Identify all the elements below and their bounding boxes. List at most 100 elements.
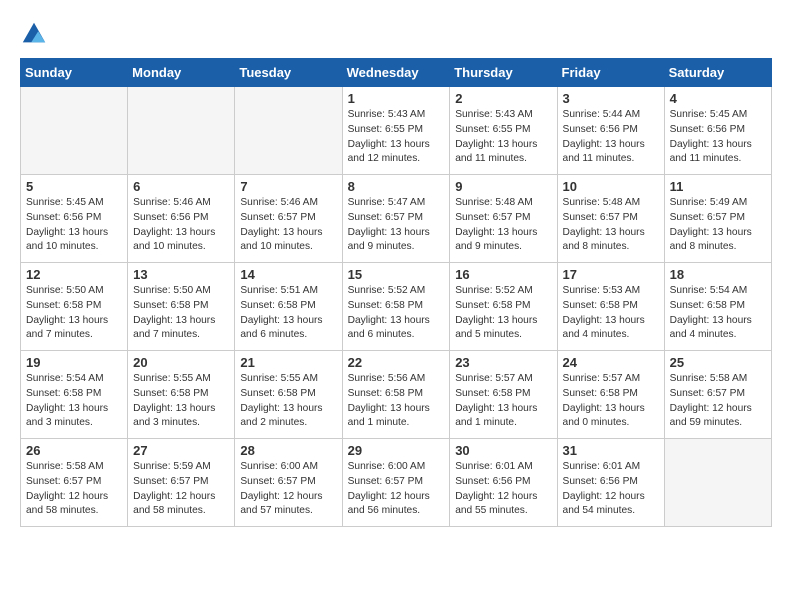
day-info: Sunrise: 5:54 AM Sunset: 6:58 PM Dayligh… xyxy=(670,284,766,343)
day-info: Sunrise: 5:45 AM Sunset: 6:56 PM Dayligh… xyxy=(670,108,766,167)
day-cell: 30 Sunrise: 6:01 AM Sunset: 6:56 PM Dayli… xyxy=(450,439,557,527)
day-info: Sunrise: 5:49 AM Sunset: 6:57 PM Dayligh… xyxy=(670,196,766,255)
day-header-sunday: Sunday xyxy=(21,59,128,87)
day-info: Sunrise: 5:55 AM Sunset: 6:58 PM Dayligh… xyxy=(240,372,336,431)
day-number: 30 xyxy=(455,443,551,458)
week-row-1: 1 Sunrise: 5:43 AM Sunset: 6:55 PM Daylig… xyxy=(21,87,772,175)
day-info: Sunrise: 5:53 AM Sunset: 6:58 PM Dayligh… xyxy=(563,284,659,343)
day-cell: 2 Sunrise: 5:43 AM Sunset: 6:55 PM Daylig… xyxy=(450,87,557,175)
day-cell: 31 Sunrise: 6:01 AM Sunset: 6:56 PM Dayli… xyxy=(557,439,664,527)
week-row-3: 12 Sunrise: 5:50 AM Sunset: 6:58 PM Dayli… xyxy=(21,263,772,351)
day-cell: 28Sunrise: 6:00 AM Sunset: 6:57 PM Dayli… xyxy=(235,439,342,527)
day-info: Sunrise: 5:50 AM Sunset: 6:58 PM Dayligh… xyxy=(26,284,122,343)
day-info: Sunrise: 5:57 AM Sunset: 6:58 PM Dayligh… xyxy=(563,372,659,431)
day-cell: 10 Sunrise: 5:48 AM Sunset: 6:57 PM Dayli… xyxy=(557,175,664,263)
day-info: Sunrise: 5:46 AM Sunset: 6:56 PM Dayligh… xyxy=(133,196,229,255)
day-cell: 6 Sunrise: 5:46 AM Sunset: 6:56 PM Daylig… xyxy=(128,175,235,263)
day-cell: 26 Sunrise: 5:58 AM Sunset: 6:57 PM Dayli… xyxy=(21,439,128,527)
week-row-2: 5 Sunrise: 5:45 AM Sunset: 6:56 PM Daylig… xyxy=(21,175,772,263)
day-cell: 14 Sunrise: 5:51 AM Sunset: 6:58 PM Dayli… xyxy=(235,263,342,351)
day-info: Sunrise: 5:55 AM Sunset: 6:58 PM Dayligh… xyxy=(133,372,229,431)
day-cell: 1 Sunrise: 5:43 AM Sunset: 6:55 PM Daylig… xyxy=(342,87,450,175)
day-number: 2 xyxy=(455,91,551,106)
day-header-monday: Monday xyxy=(128,59,235,87)
day-info: Sunrise: 5:52 AM Sunset: 6:58 PM Dayligh… xyxy=(455,284,551,343)
day-info: Sunrise: 5:58 AM Sunset: 6:57 PM Dayligh… xyxy=(26,460,122,519)
day-cell: 18Sunrise: 5:54 AM Sunset: 6:58 PM Dayli… xyxy=(664,263,771,351)
day-info: Sunrise: 5:45 AM Sunset: 6:56 PM Dayligh… xyxy=(26,196,122,255)
day-number: 26 xyxy=(26,443,122,458)
header xyxy=(20,20,772,48)
day-number: 31 xyxy=(563,443,659,458)
day-number: 21 xyxy=(240,355,336,370)
day-number: 1 xyxy=(348,91,445,106)
day-info: Sunrise: 6:01 AM Sunset: 6:56 PM Dayligh… xyxy=(563,460,659,519)
day-cell: 23 Sunrise: 5:57 AM Sunset: 6:58 PM Dayli… xyxy=(450,351,557,439)
day-number: 3 xyxy=(563,91,659,106)
day-number: 24 xyxy=(563,355,659,370)
week-row-5: 26 Sunrise: 5:58 AM Sunset: 6:57 PM Dayli… xyxy=(21,439,772,527)
day-info: Sunrise: 6:01 AM Sunset: 6:56 PM Dayligh… xyxy=(455,460,551,519)
day-number: 10 xyxy=(563,179,659,194)
day-cell: 24 Sunrise: 5:57 AM Sunset: 6:58 PM Dayli… xyxy=(557,351,664,439)
day-number: 8 xyxy=(348,179,445,194)
day-number: 25 xyxy=(670,355,766,370)
calendar-header-row: SundayMondayTuesdayWednesdayThursdayFrid… xyxy=(21,59,772,87)
day-cell: 11 Sunrise: 5:49 AM Sunset: 6:57 PM Dayli… xyxy=(664,175,771,263)
day-cell: 12 Sunrise: 5:50 AM Sunset: 6:58 PM Dayli… xyxy=(21,263,128,351)
day-cell: 25 Sunrise: 5:58 AM Sunset: 6:57 PM Dayli… xyxy=(664,351,771,439)
day-number: 4 xyxy=(670,91,766,106)
day-info: Sunrise: 5:52 AM Sunset: 6:58 PM Dayligh… xyxy=(348,284,445,343)
day-header-wednesday: Wednesday xyxy=(342,59,450,87)
day-number: 12 xyxy=(26,267,122,282)
day-number: 27 xyxy=(133,443,229,458)
day-number: 6 xyxy=(133,179,229,194)
day-info: Sunrise: 5:43 AM Sunset: 6:55 PM Dayligh… xyxy=(455,108,551,167)
day-cell: 22Sunrise: 5:56 AM Sunset: 6:58 PM Dayli… xyxy=(342,351,450,439)
day-number: 5 xyxy=(26,179,122,194)
day-cell: 21 Sunrise: 5:55 AM Sunset: 6:58 PM Dayli… xyxy=(235,351,342,439)
day-header-friday: Friday xyxy=(557,59,664,87)
day-number: 14 xyxy=(240,267,336,282)
day-cell: 13Sunrise: 5:50 AM Sunset: 6:58 PM Dayli… xyxy=(128,263,235,351)
day-cell: 9Sunrise: 5:48 AM Sunset: 6:57 PM Daylig… xyxy=(450,175,557,263)
day-info: Sunrise: 6:00 AM Sunset: 6:57 PM Dayligh… xyxy=(240,460,336,519)
day-cell xyxy=(21,87,128,175)
day-info: Sunrise: 5:58 AM Sunset: 6:57 PM Dayligh… xyxy=(670,372,766,431)
day-info: Sunrise: 6:00 AM Sunset: 6:57 PM Dayligh… xyxy=(348,460,445,519)
day-number: 23 xyxy=(455,355,551,370)
calendar: SundayMondayTuesdayWednesdayThursdayFrid… xyxy=(20,58,772,527)
day-info: Sunrise: 5:44 AM Sunset: 6:56 PM Dayligh… xyxy=(563,108,659,167)
day-number: 19 xyxy=(26,355,122,370)
day-cell xyxy=(128,87,235,175)
day-info: Sunrise: 5:43 AM Sunset: 6:55 PM Dayligh… xyxy=(348,108,445,167)
day-info: Sunrise: 5:59 AM Sunset: 6:57 PM Dayligh… xyxy=(133,460,229,519)
page: SundayMondayTuesdayWednesdayThursdayFrid… xyxy=(0,0,792,537)
day-info: Sunrise: 5:46 AM Sunset: 6:57 PM Dayligh… xyxy=(240,196,336,255)
day-cell xyxy=(235,87,342,175)
day-header-saturday: Saturday xyxy=(664,59,771,87)
day-info: Sunrise: 5:48 AM Sunset: 6:57 PM Dayligh… xyxy=(455,196,551,255)
day-number: 29 xyxy=(348,443,445,458)
day-number: 11 xyxy=(670,179,766,194)
day-number: 20 xyxy=(133,355,229,370)
week-row-4: 19Sunrise: 5:54 AM Sunset: 6:58 PM Dayli… xyxy=(21,351,772,439)
day-number: 16 xyxy=(455,267,551,282)
day-cell xyxy=(664,439,771,527)
day-cell: 17Sunrise: 5:53 AM Sunset: 6:58 PM Dayli… xyxy=(557,263,664,351)
day-info: Sunrise: 5:57 AM Sunset: 6:58 PM Dayligh… xyxy=(455,372,551,431)
day-info: Sunrise: 5:48 AM Sunset: 6:57 PM Dayligh… xyxy=(563,196,659,255)
day-cell: 16 Sunrise: 5:52 AM Sunset: 6:58 PM Dayli… xyxy=(450,263,557,351)
day-header-tuesday: Tuesday xyxy=(235,59,342,87)
day-cell: 20 Sunrise: 5:55 AM Sunset: 6:58 PM Dayli… xyxy=(128,351,235,439)
day-cell: 19Sunrise: 5:54 AM Sunset: 6:58 PM Dayli… xyxy=(21,351,128,439)
day-cell: 8Sunrise: 5:47 AM Sunset: 6:57 PM Daylig… xyxy=(342,175,450,263)
day-info: Sunrise: 5:50 AM Sunset: 6:58 PM Dayligh… xyxy=(133,284,229,343)
day-cell: 29 Sunrise: 6:00 AM Sunset: 6:57 PM Dayli… xyxy=(342,439,450,527)
day-info: Sunrise: 5:51 AM Sunset: 6:58 PM Dayligh… xyxy=(240,284,336,343)
day-cell: 7Sunrise: 5:46 AM Sunset: 6:57 PM Daylig… xyxy=(235,175,342,263)
logo-icon xyxy=(20,20,48,48)
logo xyxy=(20,20,52,48)
day-number: 22 xyxy=(348,355,445,370)
day-number: 15 xyxy=(348,267,445,282)
